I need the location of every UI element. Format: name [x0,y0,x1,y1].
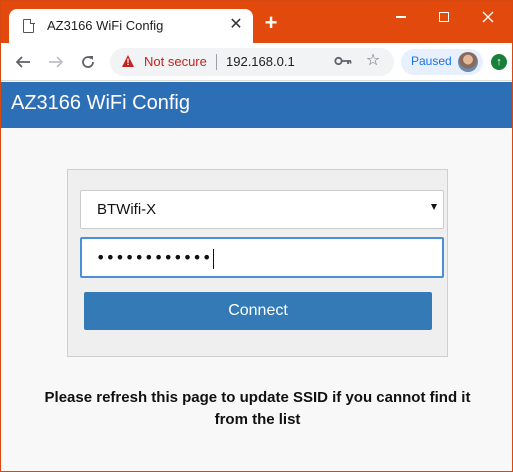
password-value: •••••••••••• [96,248,215,269]
title-bar: AZ3166 WiFi Config ✕ + [1,1,512,43]
minimize-icon [396,16,406,18]
maximize-button[interactable] [422,3,466,31]
reload-icon [82,56,94,68]
connect-button[interactable]: Connect [84,292,432,330]
star-icon[interactable]: ☆ [364,52,382,70]
arrow-right-icon [49,56,64,68]
address-bar[interactable]: ! Not secure 192.168.0.1 ☆ [110,48,394,76]
text-caret [212,248,215,269]
extension-update-icon[interactable]: ↑ [491,54,507,70]
password-mask: •••••••••••• [96,248,212,267]
maximize-icon [439,12,449,23]
page-icon [23,18,35,33]
close-window-button[interactable] [466,3,510,31]
page-header: AZ3166 WiFi Config [1,82,512,128]
close-icon [482,11,494,23]
omnibox-divider [216,54,217,70]
wifi-config-form: BTWifi-X •••••••••••• Connect [67,169,448,357]
security-indicator[interactable]: Not secure [144,54,207,69]
browser-window: AZ3166 WiFi Config ✕ + ! Not secure 192.… [0,0,513,472]
url-text[interactable]: 192.168.0.1 [226,54,295,69]
refresh-note: Please refresh this page to update SSID … [44,389,471,428]
page-title: AZ3166 WiFi Config [11,92,190,114]
minimize-button[interactable] [379,3,423,31]
tab-title: AZ3166 WiFi Config [47,18,164,33]
reload-button[interactable] [77,51,99,73]
arrow-left-icon [15,56,30,68]
browser-toolbar: ! Not secure 192.168.0.1 ☆ Paused ↑ [1,43,512,81]
profile-paused-chip[interactable]: Paused [401,49,483,75]
new-tab-button[interactable]: + [260,12,282,35]
key-glyph [334,56,352,66]
chevron-down-icon [431,204,437,210]
ssid-select[interactable]: BTWifi-X [80,190,444,229]
avatar [458,52,478,72]
back-button[interactable] [12,51,34,73]
paused-label: Paused [411,54,452,68]
browser-tab[interactable]: AZ3166 WiFi Config ✕ [9,9,253,43]
key-icon[interactable] [334,53,352,71]
tab-close-icon[interactable]: ✕ [227,16,245,34]
forward-button[interactable] [45,51,67,73]
password-input[interactable]: •••••••••••• [80,237,444,278]
ssid-selected-value: BTWifi-X [97,201,157,218]
warning-icon: ! [122,55,134,67]
